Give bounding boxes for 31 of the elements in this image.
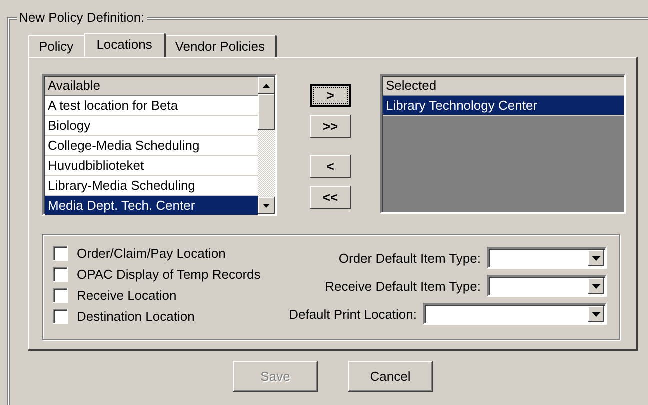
- move-button[interactable]: >>: [310, 115, 351, 138]
- list-item[interactable]: Media Dept. Tech. Center: [45, 196, 258, 216]
- list-header: Available: [45, 77, 258, 96]
- tab[interactable]: Vendor Policies: [164, 35, 277, 57]
- tab[interactable]: Policy: [28, 35, 86, 57]
- checkbox-label: Order/Claim/Pay Location: [77, 246, 226, 261]
- move-button[interactable]: <<: [310, 186, 351, 209]
- checkbox-label: OPAC Display of Temp Records: [77, 267, 261, 282]
- dropdown-field[interactable]: [487, 247, 607, 269]
- dropdown-field[interactable]: [487, 275, 607, 297]
- checkbox[interactable]: [53, 246, 68, 261]
- move-button[interactable]: >: [310, 84, 351, 107]
- scrollbar[interactable]: [258, 76, 275, 214]
- scroll-thumb[interactable]: [258, 94, 275, 130]
- checkbox[interactable]: [53, 288, 68, 303]
- list-header: Selected: [383, 77, 624, 96]
- dropdown-label: Receive Default Item Type:: [325, 278, 481, 294]
- dropdown-field[interactable]: [423, 303, 607, 325]
- scroll-down-icon[interactable]: [258, 197, 275, 214]
- move-button[interactable]: <: [310, 155, 351, 178]
- checkbox[interactable]: [53, 267, 68, 282]
- list-item[interactable]: Library Technology Center: [383, 96, 624, 116]
- checkbox[interactable]: [53, 309, 68, 324]
- group-title: New Policy Definition:: [17, 10, 147, 26]
- tab[interactable]: Locations: [84, 33, 166, 57]
- dropdown-label: Order Default Item Type:: [338, 250, 481, 266]
- dialog-button[interactable]: Cancel: [348, 361, 433, 392]
- checkbox-label: Receive Location: [77, 288, 177, 303]
- dropdown-label: Default Print Location:: [289, 306, 417, 322]
- scroll-up-icon[interactable]: [258, 77, 275, 94]
- checkbox-label: Destination Location: [77, 309, 195, 324]
